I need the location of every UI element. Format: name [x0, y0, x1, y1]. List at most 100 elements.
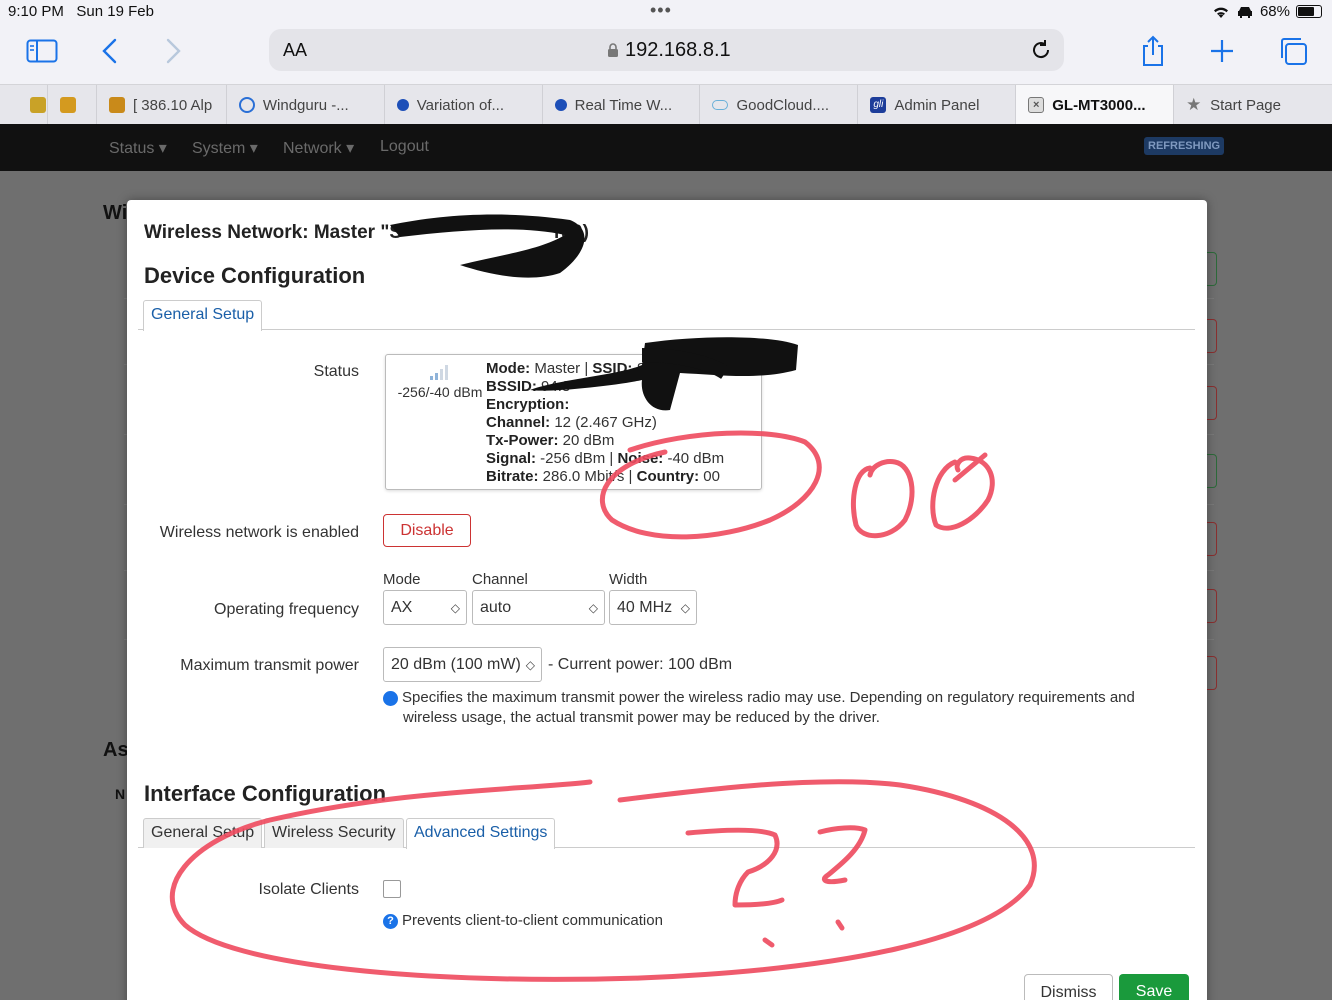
- hornet-favicon-icon: [108, 97, 125, 113]
- mode-select[interactable]: AX ◇: [383, 590, 467, 625]
- modal-title: Wireless Network: Master "S ra0): [144, 222, 589, 243]
- tab-label: Real Time W...: [574, 96, 673, 114]
- battery-fill: [1298, 7, 1315, 16]
- browser-toolbar: AA 192.168.8.1: [0, 24, 1332, 84]
- battery-icon: [1296, 5, 1322, 18]
- device-config-heading: Device Configuration: [144, 263, 366, 288]
- status-label: Status: [313, 363, 359, 380]
- star-icon: ★: [1186, 95, 1202, 114]
- browser-tab[interactable]: Windguru -...: [227, 85, 385, 125]
- signal-summary: -256/-40 dBm: [397, 384, 483, 400]
- tab-general-setup[interactable]: General Setup: [143, 300, 263, 331]
- wireless-status-box: -256/-40 dBm Mode: Master | SSID: S BSSI…: [385, 354, 762, 490]
- dismiss-button[interactable]: Dismiss: [1024, 974, 1113, 1000]
- clock-time: 9:10 PM: [8, 3, 64, 20]
- windguru-icon: [238, 97, 255, 113]
- hornet-favicon-icon: [30, 97, 46, 113]
- wifi-icon: [1213, 7, 1228, 18]
- status-line: Channel: 12 (2.467 GHz): [486, 414, 657, 431]
- clock-date: Sun 19 Feb: [76, 3, 154, 20]
- sidebar-toggle-icon[interactable]: [24, 34, 60, 68]
- device-config-tabs: General Setup: [138, 300, 1195, 331]
- blue-favicon-icon: [396, 99, 409, 111]
- back-chevron-icon[interactable]: [92, 34, 128, 68]
- tx-power-label: Maximum transmit power: [180, 657, 359, 674]
- car-icon: [1237, 6, 1252, 18]
- updown-chevron-icon: ◇: [525, 658, 535, 672]
- lock-icon: [608, 43, 618, 57]
- tab-advanced-settings[interactable]: Advanced Settings: [406, 818, 556, 849]
- browser-tab[interactable]: gli Admin Panel: [858, 85, 1017, 125]
- nav-system[interactable]: System ▾: [192, 138, 258, 158]
- tab-label: GL-MT3000...: [1052, 96, 1146, 114]
- browser-tab[interactable]: Real Time W...: [543, 85, 701, 125]
- isolate-clients-help: ? Prevents client-to-client communication: [383, 911, 663, 931]
- help-question-icon: ?: [383, 914, 398, 929]
- channel-select[interactable]: auto ◇: [472, 590, 605, 625]
- tab-label: GoodCloud....: [736, 96, 830, 114]
- tx-power-help: ? Specifies the maximum transmit power th…: [377, 689, 1135, 726]
- cloud-icon: [712, 100, 729, 110]
- browser-tab[interactable]: [48, 85, 97, 125]
- wireless-config-modal: Wireless Network: Master "S ra0) Device C…: [127, 200, 1207, 1000]
- forward-chevron-icon[interactable]: [155, 34, 191, 68]
- router-page: Status ▾ System ▾ Network ▾ Logout REFRE…: [0, 124, 1332, 1000]
- new-tab-plus-icon[interactable]: [1204, 34, 1240, 68]
- tab-interface-general-setup[interactable]: General Setup: [143, 818, 263, 848]
- tab-label: Start Page: [1210, 96, 1281, 114]
- updown-chevron-icon: ◇: [680, 601, 690, 615]
- blue-favicon-icon: [554, 99, 567, 111]
- router-navbar: Status ▾ System ▾ Network ▾ Logout REFRE…: [0, 124, 1332, 171]
- help-question-icon: ?: [377, 691, 398, 706]
- tx-power-select[interactable]: 20 dBm (100 mW) ◇: [383, 647, 542, 682]
- browser-tab[interactable]: GoodCloud....: [700, 85, 859, 125]
- width-select[interactable]: 40 MHz ◇: [609, 590, 697, 625]
- nav-logout[interactable]: Logout: [380, 138, 429, 156]
- width-label: Width: [609, 571, 648, 588]
- save-button[interactable]: Save: [1119, 974, 1189, 1000]
- refreshing-badge: REFRESHING: [1144, 137, 1225, 155]
- channel-label: Channel: [472, 571, 528, 588]
- share-icon[interactable]: [1135, 34, 1171, 68]
- reload-icon[interactable]: [1028, 37, 1054, 63]
- multitasking-dots-icon[interactable]: •••: [650, 0, 672, 21]
- status-line: Tx-Power: 20 dBm: [486, 432, 615, 449]
- interface-config-heading: Interface Configuration: [144, 781, 387, 806]
- tab-label: Admin Panel: [894, 96, 980, 114]
- status-line: Signal: -256 dBm | Noise: -40 dBm: [486, 450, 725, 467]
- background-heading: As: [103, 739, 129, 761]
- tab-label: Variation of...: [416, 96, 505, 114]
- updown-chevron-icon: ◇: [588, 601, 598, 615]
- status-line: Mode: Master | SSID: S: [486, 360, 647, 377]
- browser-tab-active[interactable]: × GL-MT3000...: [1016, 85, 1175, 125]
- status-details: Mode: Master | SSID: S BSSID: 94:8 Encry…: [486, 360, 724, 486]
- isolate-clients-label: Isolate Clients: [258, 881, 360, 898]
- interface-config-tabs: General Setup Wireless Security Advanced…: [138, 818, 1195, 849]
- isolate-clients-checkbox[interactable]: [383, 880, 401, 898]
- gli-favicon-icon: gli: [870, 97, 887, 113]
- close-tab-icon[interactable]: ×: [1028, 97, 1045, 113]
- address-bar[interactable]: AA 192.168.8.1: [269, 29, 1064, 71]
- signal-strength-icon: [430, 365, 448, 380]
- text-size-button[interactable]: AA: [283, 40, 307, 61]
- background-column-header: N: [115, 786, 126, 802]
- url-text: 192.168.8.1: [625, 39, 731, 61]
- browser-tab[interactable]: [ 386.10 Alp: [97, 85, 227, 125]
- browser-tab[interactable]: ★ Start Page: [1174, 85, 1332, 125]
- device-status-bar: 9:10 PM Sun 19 Feb ••• 68%: [0, 0, 1332, 24]
- background-heading: Wi: [103, 202, 128, 224]
- tab-wireless-security[interactable]: Wireless Security: [264, 818, 404, 848]
- battery-percent: 68%: [1259, 3, 1290, 20]
- status-line: BSSID: 94:8: [486, 378, 571, 395]
- browser-tab[interactable]: [0, 85, 48, 125]
- mode-label: Mode: [383, 571, 421, 588]
- tab-label: Windguru -...: [262, 96, 349, 114]
- browser-tab[interactable]: Variation of...: [385, 85, 543, 125]
- nav-status[interactable]: Status ▾: [109, 138, 167, 158]
- status-line: Encryption:: [486, 396, 570, 413]
- hornet-favicon-icon: [59, 97, 76, 113]
- tab-overview-icon[interactable]: [1275, 34, 1311, 68]
- nav-network[interactable]: Network ▾: [283, 138, 354, 158]
- browser-tab-bar: [ 386.10 Alp Windguru -... Variation of.…: [0, 84, 1332, 125]
- disable-button[interactable]: Disable: [383, 514, 471, 547]
